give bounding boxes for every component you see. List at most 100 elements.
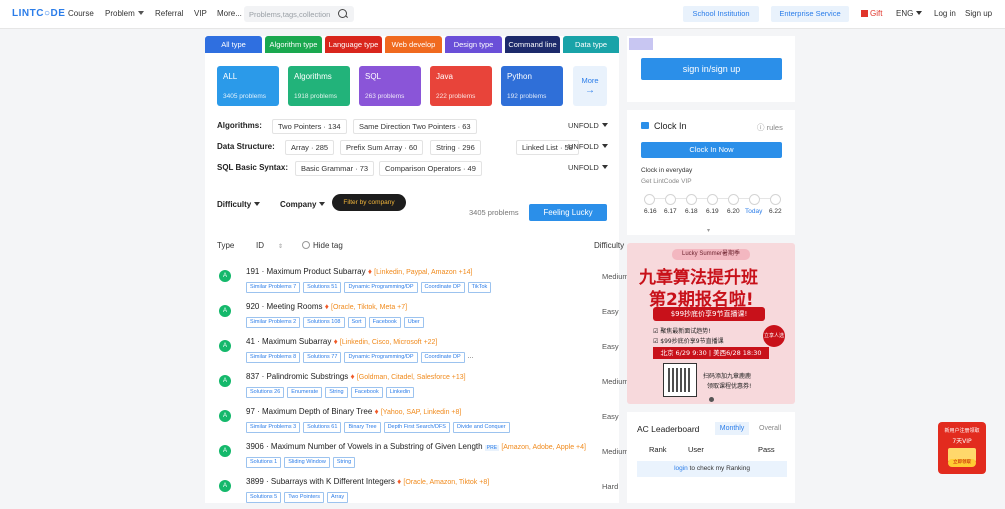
category-card-all[interactable]: ALL 3405 problems xyxy=(217,66,279,106)
chip-basic-grammar[interactable]: Basic Grammar · 73 xyxy=(295,161,375,176)
chip-prefix-sum-array[interactable]: Prefix Sum Array · 60 xyxy=(340,140,424,155)
tab-all-type[interactable]: All type xyxy=(205,36,262,53)
tab-algorithm-type[interactable]: Algorithm type xyxy=(265,36,322,53)
clockin-now-button[interactable]: Clock In Now xyxy=(641,142,782,158)
tag[interactable]: Two Pointers xyxy=(284,492,325,503)
chip-comparison-operators[interactable]: Comparison Operators · 49 xyxy=(379,161,482,176)
hide-tag-toggle[interactable]: Hide tag xyxy=(302,241,343,250)
language-select[interactable]: ENG xyxy=(896,9,923,18)
login-link[interactable]: Log in xyxy=(934,9,956,18)
tag[interactable]: Array xyxy=(327,492,349,503)
problem-title[interactable]: 3906 · Maximum Number of Vowels in a Sub… xyxy=(246,442,483,451)
tag[interactable]: Binary Tree xyxy=(344,422,381,433)
nav-course[interactable]: Course xyxy=(68,9,94,18)
problem-companies[interactable]: [Linkedin, Cisco, Microsoft +22] xyxy=(340,339,437,346)
problem-title[interactable]: 191 · Maximum Product Subarray xyxy=(246,267,366,276)
search-input[interactable]: Problems,tags,collection xyxy=(244,6,354,22)
nav-referral[interactable]: Referral xyxy=(155,9,183,18)
tag[interactable]: String xyxy=(332,457,356,468)
problem-row[interactable]: A 3899 · Subarrays with K Different Inte… xyxy=(205,474,619,509)
float-ad-button[interactable]: 立即领取 xyxy=(948,459,976,467)
difficulty-filter[interactable]: Difficulty xyxy=(217,200,261,209)
category-card-sql[interactable]: SQL 263 problems xyxy=(359,66,421,106)
tag[interactable]: Similar Problems 8 xyxy=(246,352,301,363)
nav-vip[interactable]: VIP xyxy=(194,9,207,18)
problem-companies[interactable]: [Oracle, Tiktok, Meta +7] xyxy=(331,304,407,311)
tag[interactable]: Depth First Search/DFS xyxy=(383,422,450,433)
problem-title[interactable]: 97 · Maximum Depth of Binary Tree xyxy=(246,407,372,416)
gift-link[interactable]: Gift xyxy=(861,9,882,18)
tag[interactable]: Coordinate DP xyxy=(420,352,465,363)
tag[interactable]: Solutions 51 xyxy=(303,282,342,293)
more-tags[interactable]: ... xyxy=(468,353,474,360)
company-filter[interactable]: Company xyxy=(280,200,326,209)
nav-problem[interactable]: Problem xyxy=(105,9,144,18)
tag[interactable]: Dynamic Programming/DP xyxy=(344,352,418,363)
feeling-lucky-button[interactable]: Feeling Lucky xyxy=(529,204,607,221)
unfold-algorithms[interactable]: UNFOLD xyxy=(568,121,608,130)
tab-data-type[interactable]: Data type xyxy=(563,36,619,53)
problem-title[interactable]: 837 · Palindromic Substrings xyxy=(246,372,348,381)
problem-companies[interactable]: [Linkedin, Paypal, Amazon +14] xyxy=(374,269,472,276)
category-card-java[interactable]: Java 222 problems xyxy=(430,66,492,106)
tag[interactable]: Dynamic Programming/DP xyxy=(344,282,418,293)
tab-command-line[interactable]: Command line xyxy=(505,36,560,53)
problem-row[interactable]: A 97 · Maximum Depth of Binary Tree ♦ [Y… xyxy=(205,404,619,439)
enterprise-service-button[interactable]: Enterprise Service xyxy=(771,6,849,22)
rules-link[interactable]: ⓘ rules xyxy=(757,122,783,133)
unfold-sql-basic[interactable]: UNFOLD xyxy=(568,163,608,172)
leaderboard-login-link[interactable]: login xyxy=(674,465,688,472)
promo-banner[interactable]: Lucky Summer暑期季 九章算法提升班 第2期报名啦! $99抄底价享9… xyxy=(627,243,795,404)
tag[interactable]: Solutions 61 xyxy=(303,422,342,433)
problem-companies[interactable]: [Goldman, Citadel, Salesforce +13] xyxy=(357,374,466,381)
lintcode-logo[interactable]: LINTC○DE xyxy=(12,8,65,19)
problem-companies[interactable]: [Oracle, Amazon, Tiktok +8] xyxy=(403,479,489,486)
problem-row[interactable]: A 41 · Maximum Subarray ♦ [Linkedin, Cis… xyxy=(205,334,619,369)
tag[interactable]: Linkedin xyxy=(385,387,415,398)
chip-two-pointers[interactable]: Two Pointers · 134 xyxy=(272,119,347,134)
chip-string[interactable]: String · 296 xyxy=(430,140,481,155)
tag[interactable]: String xyxy=(325,387,348,398)
problem-row[interactable]: A 837 · Palindromic Substrings ♦ [Goldma… xyxy=(205,369,629,404)
tab-monthly[interactable]: Monthly xyxy=(715,422,749,435)
tag[interactable]: Similar Problems 3 xyxy=(246,422,301,433)
tag[interactable]: Sliding Window xyxy=(284,457,330,468)
tag[interactable]: Enumerate xyxy=(287,387,323,398)
tag[interactable]: Coordinate DP xyxy=(420,282,465,293)
tag[interactable]: Solutions 77 xyxy=(303,352,342,363)
problem-row[interactable]: A 920 · Meeting Rooms ♦ [Oracle, Tiktok,… xyxy=(205,299,619,334)
nav-more[interactable]: More... xyxy=(217,9,242,18)
tag[interactable]: Facebook xyxy=(350,387,383,398)
tag[interactable]: Similar Problems 7 xyxy=(246,282,301,293)
problem-title[interactable]: 920 · Meeting Rooms xyxy=(246,302,322,311)
problem-row[interactable]: A 191 · Maximum Product Subarray ♦ [Link… xyxy=(205,264,629,299)
tag[interactable]: TikTok xyxy=(467,282,492,293)
filter-by-company-button[interactable]: Filter by company xyxy=(332,194,406,211)
search-icon[interactable] xyxy=(338,9,347,18)
problem-row[interactable]: A 3906 · Maximum Number of Vowels in a S… xyxy=(205,439,629,474)
more-categories-card[interactable]: More → xyxy=(573,66,607,106)
tag[interactable]: Facebook xyxy=(368,317,401,328)
chip-array[interactable]: Array · 285 xyxy=(285,140,335,155)
problem-title[interactable]: 3899 · Subarrays with K Different Intege… xyxy=(246,477,395,486)
tag[interactable]: Divide and Conquer xyxy=(452,422,510,433)
signin-signup-button[interactable]: sign in/sign up xyxy=(641,58,782,80)
problem-title[interactable]: 41 · Maximum Subarray xyxy=(246,337,331,346)
tab-overall[interactable]: Overall xyxy=(759,425,781,432)
problem-companies[interactable]: [Amazon, Adobe, Apple +4] xyxy=(501,444,586,451)
problem-companies[interactable]: [Yahoo, SAP, Linkedin +8] xyxy=(381,409,462,416)
tag[interactable]: Sort xyxy=(347,317,366,328)
chevron-down-icon[interactable]: ▾ xyxy=(707,227,710,234)
tag[interactable]: Solutions 1 xyxy=(246,457,282,468)
chip-same-direction-two-pointers[interactable]: Same Direction Two Pointers · 63 xyxy=(353,119,477,134)
tag[interactable]: Solutions 26 xyxy=(246,387,285,398)
signup-link[interactable]: Sign up xyxy=(965,9,992,18)
tab-language-type[interactable]: Language type xyxy=(325,36,382,53)
carousel-dot[interactable] xyxy=(709,397,714,402)
tag[interactable]: Solutions 5 xyxy=(246,492,282,503)
school-institution-button[interactable]: School Institution xyxy=(683,6,759,22)
tag[interactable]: Solutions 108 xyxy=(303,317,345,328)
column-id[interactable]: ID ⇕ xyxy=(256,241,283,250)
tab-design-type[interactable]: Design type xyxy=(445,36,502,53)
tag[interactable]: Uber xyxy=(403,317,424,328)
